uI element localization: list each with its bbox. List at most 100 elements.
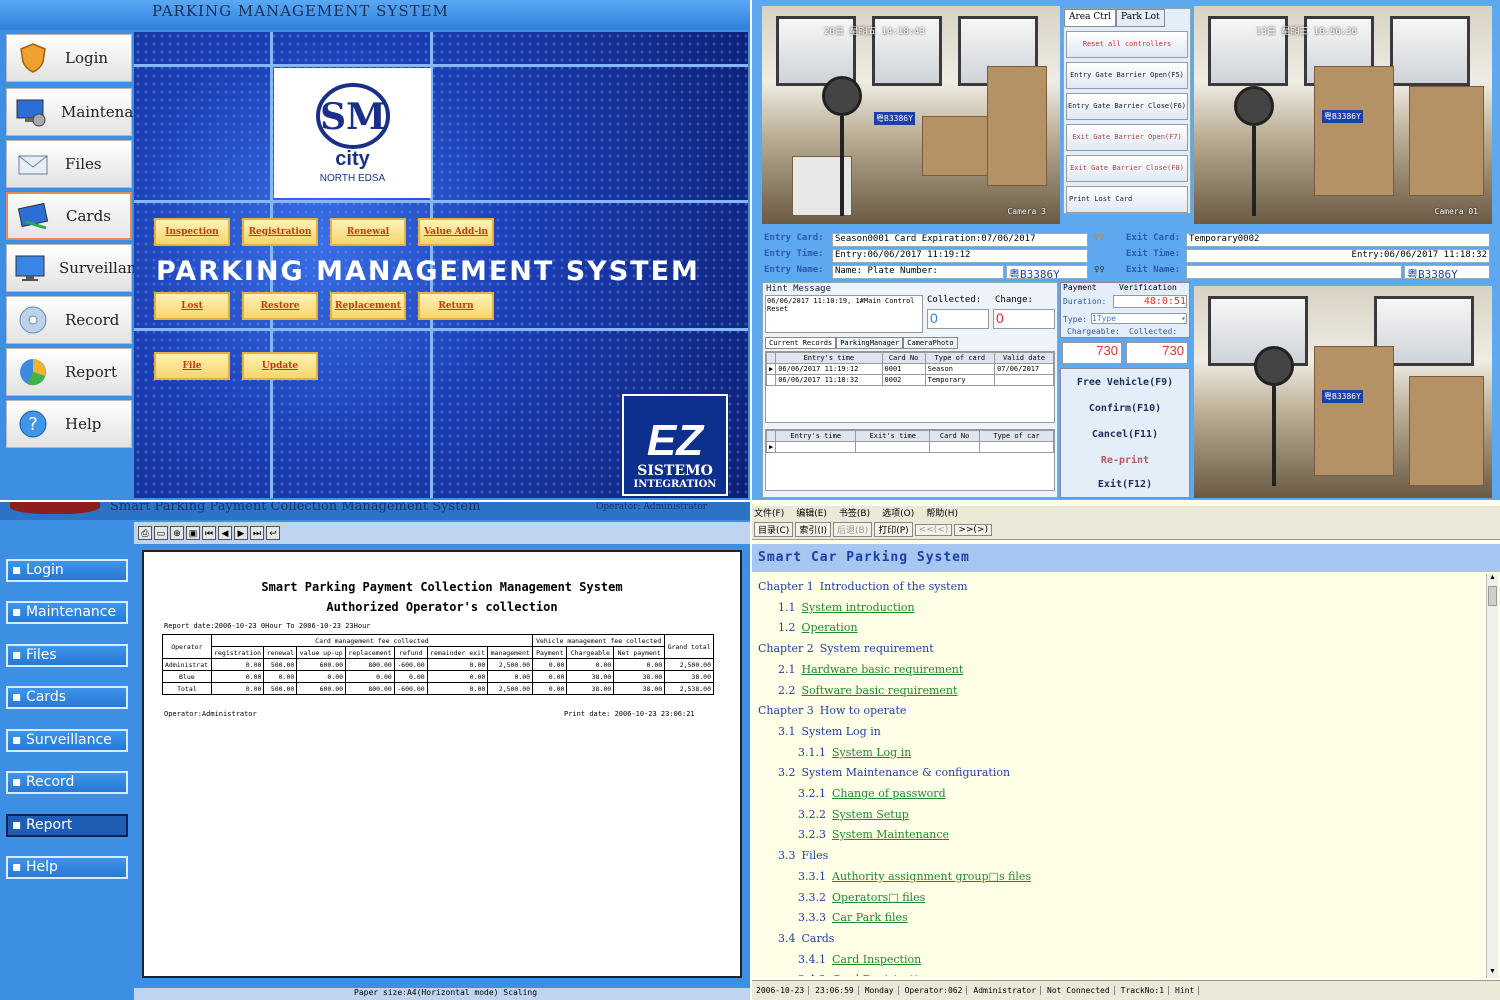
toc-text: How to operate — [819, 704, 907, 718]
tab-area-ctrl[interactable]: Area Ctrl — [1064, 9, 1117, 27]
prev-topic-button[interactable]: <<(<) — [914, 523, 953, 536]
toc-link[interactable]: 3.1.1 System Log in — [798, 746, 911, 759]
print-lost-card-button[interactable]: Print Lost Card — [1066, 186, 1188, 213]
toc-text[interactable]: Card Registration — [832, 973, 932, 976]
toc-text[interactable]: Authority assignment group□s files — [832, 870, 1031, 883]
sidebar-item-cards[interactable]: Cards — [6, 192, 132, 240]
reprint-button[interactable]: Re-print — [1061, 455, 1189, 466]
toc-link[interactable]: 3.4.1 Card Inspection — [798, 953, 921, 966]
toc-text[interactable]: Operators□ files — [832, 891, 925, 904]
menu-help[interactable]: 帮助(H) — [926, 506, 958, 520]
first-page-icon[interactable]: ⏮ — [202, 526, 216, 540]
confirm-button[interactable]: Confirm(F10) — [1061, 403, 1189, 414]
nav-cards[interactable]: ▪ Cards — [6, 686, 128, 709]
toc-text[interactable]: Software basic requirement — [802, 684, 958, 697]
print-button[interactable]: 打印(P) — [874, 522, 913, 537]
prev-page-icon[interactable]: ◀ — [218, 526, 232, 540]
save-icon[interactable]: ▣ — [186, 526, 200, 540]
menu-file[interactable]: 文件(F) — [754, 506, 784, 520]
tab-camera-photo[interactable]: CameraPhoto — [903, 337, 958, 349]
toc-link[interactable]: 3.3.3 Car Park files — [798, 911, 908, 924]
toc-text[interactable]: Operation — [802, 621, 858, 634]
scroll-up-icon[interactable]: ▲ — [1488, 574, 1497, 584]
collection-table: Operator Card management fee collected V… — [162, 634, 714, 695]
nav-surveillance[interactable]: ▪ Surveillance — [6, 729, 128, 752]
toc-text[interactable]: Change of password — [832, 787, 946, 800]
print-icon[interactable]: ⎙ — [138, 526, 152, 540]
toc-text[interactable]: Hardware basic requirement — [802, 663, 964, 676]
replacement-button[interactable]: Replacement — [330, 292, 406, 320]
menu-bookmark[interactable]: 书签(B) — [839, 506, 870, 520]
back-button[interactable]: 后退(B) — [833, 522, 873, 537]
toc-text[interactable]: Car Park files — [832, 911, 908, 924]
status-connection: Not Connected — [1047, 986, 1115, 995]
nav-record[interactable]: ▪ Record — [6, 771, 128, 794]
sidebar-item-report[interactable]: Report — [6, 348, 132, 396]
entry-barrier-open-button[interactable]: Entry Gate Barrier Open(F5) — [1066, 62, 1188, 89]
next-page-icon[interactable]: ▶ — [234, 526, 248, 540]
type-select[interactable]: 1Type ▾ — [1091, 313, 1187, 324]
toc-link[interactable]: 1.1 System introduction — [778, 601, 915, 614]
table-row[interactable]: ▶ 06/06/2017 11:19:12 0001 Season 07/06/2017 — [766, 363, 1054, 375]
entry-barrier-close-button[interactable]: Entry Gate Barrier Close(F6) — [1066, 93, 1188, 120]
toc-link[interactable]: 3.2.2 System Setup — [798, 808, 909, 821]
exit-icon[interactable]: ↩ — [266, 526, 280, 540]
free-vehicle-button[interactable]: Free Vehicle(F9) — [1061, 377, 1189, 388]
sidebar-item-help[interactable]: ? Help — [6, 400, 132, 448]
menu-edit[interactable]: 编辑(E) — [796, 506, 827, 520]
nav-help[interactable]: ▪ Help — [6, 856, 128, 879]
exit-button[interactable]: Exit(F12) — [1061, 479, 1189, 490]
value-add-in-button[interactable]: Value Add-in — [418, 218, 494, 246]
toc-link[interactable]: 3.3.2 Operators□ files — [798, 891, 925, 904]
index-button[interactable]: 索引(I) — [795, 522, 831, 537]
collected-amount-field[interactable]: 730 — [1126, 342, 1188, 364]
tab-parking-manager[interactable]: ParkingManager — [836, 337, 904, 349]
next-topic-button[interactable]: >>(>) — [954, 523, 992, 536]
sidebar-item-record[interactable]: Record — [6, 296, 132, 344]
sidebar-item-surveillance[interactable]: Surveillance — [6, 244, 154, 292]
inspection-button[interactable]: Inspection — [154, 218, 230, 246]
toc-link[interactable]: 3.2.3 System Maintenance — [798, 828, 949, 841]
toc-text[interactable]: System Setup — [832, 808, 909, 821]
page-icon[interactable]: ▭ — [154, 526, 168, 540]
tab-current-records[interactable]: Current Records — [765, 337, 837, 349]
nav-maintenance[interactable]: ▪ Maintenance — [6, 601, 128, 624]
scroll-down-icon[interactable]: ▼ — [1488, 968, 1497, 978]
lost-button[interactable]: Lost — [154, 292, 230, 320]
update-button[interactable]: Update — [242, 352, 318, 380]
menu-options[interactable]: 选项(O) — [882, 506, 914, 520]
tab-park-lot[interactable]: Park Lot — [1116, 9, 1165, 27]
registration-button[interactable]: Registration — [242, 218, 318, 246]
toc-text[interactable]: System Log in — [832, 746, 911, 759]
exit-barrier-open-button[interactable]: Exit Gate Barrier Open(F7) — [1066, 124, 1188, 151]
sidebar-item-login[interactable]: Login — [6, 34, 132, 82]
sidebar-item-maintenance[interactable]: Maintenance — [6, 88, 160, 136]
nav-files[interactable]: ▪ Files — [6, 644, 128, 667]
restore-button[interactable]: Restore — [242, 292, 318, 320]
sidebar-item-files[interactable]: Files — [6, 140, 132, 188]
contents-button[interactable]: 目录(C) — [754, 522, 794, 537]
cancel-button[interactable]: Cancel(F11) — [1061, 429, 1189, 440]
table-row[interactable]: 06/06/2017 11:18:32 0002 Temporary — [766, 374, 1054, 386]
reset-controllers-button[interactable]: Reset all controllers — [1066, 31, 1188, 58]
nav-login[interactable]: ▪ Login — [6, 559, 128, 582]
toc-link[interactable]: 3.3.1 Authority assignment group□s files — [798, 870, 1031, 883]
toc-link[interactable]: 2.2 Software basic requirement — [778, 684, 957, 697]
toc-text[interactable]: Card Inspection — [832, 953, 921, 966]
exit-time-label: Exit Time: — [1126, 249, 1181, 259]
toc-text[interactable]: System Maintenance — [832, 828, 949, 841]
renewal-button[interactable]: Renewal — [330, 218, 406, 246]
toc-link[interactable]: 1.2 Operation — [778, 621, 858, 634]
toc-link[interactable]: 3.2.1 Change of password — [798, 787, 946, 800]
nav-report[interactable]: ▪ Report — [6, 814, 128, 837]
last-page-icon[interactable]: ⏭ — [250, 526, 264, 540]
scrollbar[interactable]: ▲ ▼ — [1486, 574, 1498, 978]
zoom-icon[interactable]: ⊕ — [170, 526, 184, 540]
return-button[interactable]: Return — [418, 292, 494, 320]
toc-link[interactable]: 2.1 Hardware basic requirement — [778, 663, 963, 676]
scroll-thumb[interactable] — [1488, 586, 1497, 606]
file-button[interactable]: File — [154, 352, 230, 380]
toc-text[interactable]: System introduction — [802, 601, 915, 614]
toc-link[interactable]: 3.4.2 Card Registration — [798, 973, 932, 976]
exit-barrier-close-button[interactable]: Exit Gate Barrier Close(F8) — [1066, 155, 1188, 182]
